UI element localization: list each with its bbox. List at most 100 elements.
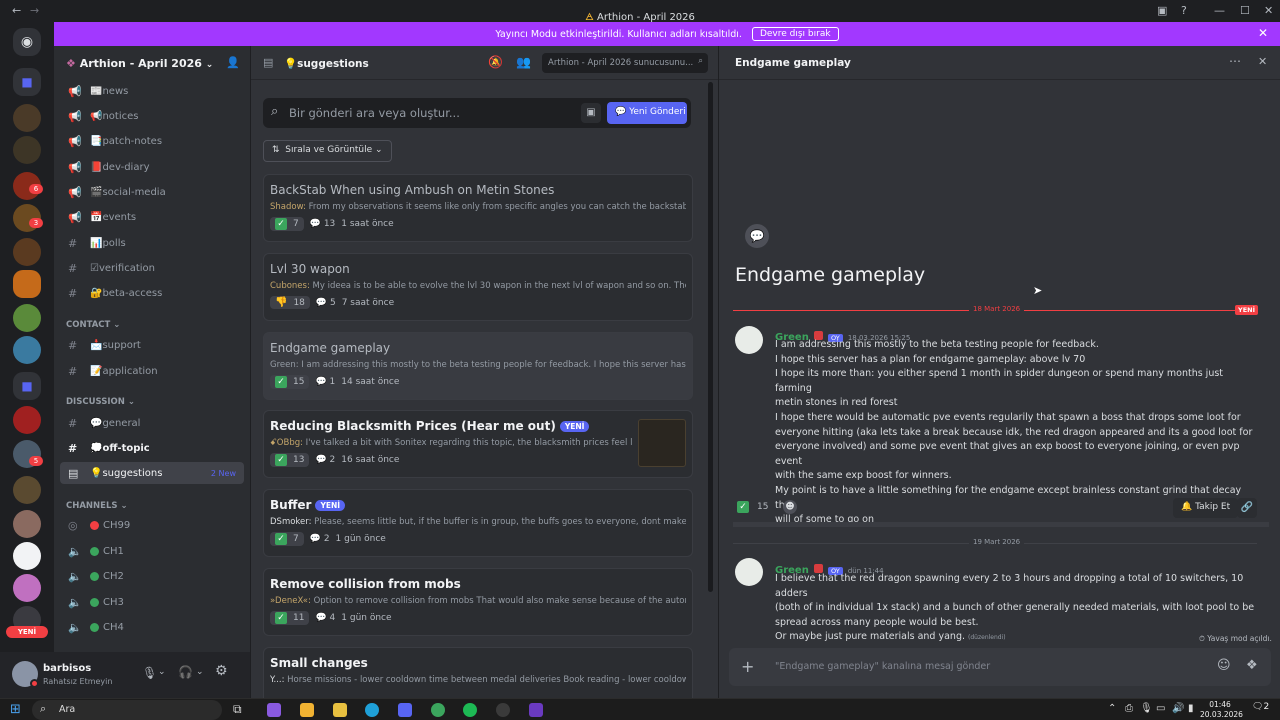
apps-icon[interactable]: ❖: [1246, 658, 1258, 673]
channel-social-media[interactable]: 📢 🎬social-media: [60, 181, 244, 203]
post-thumbnail[interactable]: [638, 419, 686, 467]
server-icon[interactable]: [13, 104, 41, 132]
channel-verification[interactable]: # ☑verification: [60, 257, 244, 279]
microphone-icon[interactable]: 🎙: [142, 666, 157, 680]
server-header[interactable]: ❖ Arthion - April 2026 ⌄ 👤: [54, 46, 250, 80]
add-reaction-icon[interactable]: ☻: [783, 500, 797, 514]
server-icon[interactable]: [13, 510, 41, 538]
scrollbar[interactable]: [708, 82, 713, 592]
new-post-button[interactable]: 💬 Yeni Gönderi: [607, 102, 687, 124]
server-icon[interactable]: [13, 304, 41, 332]
chevron-down-icon[interactable]: ⌄: [196, 667, 204, 677]
image-icon[interactable]: ▣: [581, 103, 601, 123]
close-window-icon[interactable]: ✕: [1264, 4, 1273, 17]
forum-post[interactable]: Reducing Blacksmith Prices (Hear me out)…: [263, 410, 693, 478]
help-icon[interactable]: ?: [1181, 4, 1187, 17]
folder-icon[interactable]: ■: [13, 68, 41, 96]
reaction[interactable]: ✓ 15: [731, 498, 774, 516]
voice-channel-ch1[interactable]: 🔈 CH1: [60, 540, 244, 562]
add-member-icon[interactable]: 👤: [226, 56, 240, 69]
gear-icon[interactable]: ⚙: [215, 663, 228, 679]
forum-post[interactable]: Remove collision from mobs »DeneX«: Opti…: [263, 568, 693, 636]
channel-support[interactable]: # 📩support: [60, 334, 244, 356]
reaction[interactable]: ✓ 13: [270, 453, 310, 467]
server-icon[interactable]: [13, 136, 41, 164]
volume-icon[interactable]: 🔊: [1172, 703, 1184, 714]
discord-home-icon[interactable]: ◉: [13, 28, 41, 56]
store-icon[interactable]: [300, 703, 314, 717]
windows-start-icon[interactable]: ⊞: [10, 702, 21, 717]
forum-post[interactable]: Small changes Y...: Horse missions - low…: [263, 647, 693, 698]
voice-channel-ch2[interactable]: 🔈 CH2: [60, 565, 244, 587]
disable-streamer-mode-button[interactable]: Devre dışı bırak: [751, 27, 839, 41]
app-icon[interactable]: [529, 703, 543, 717]
channel-beta-access[interactable]: # 🔐beta-access: [60, 282, 244, 304]
channel-general[interactable]: # 💬general: [60, 412, 244, 434]
channel-polls[interactable]: # 📊polls: [60, 232, 244, 254]
close-icon[interactable]: ✕: [1258, 26, 1268, 40]
forum-post[interactable]: BackStab When using Ambush on Metin Ston…: [263, 174, 693, 242]
server-icon[interactable]: [13, 406, 41, 434]
message-composer[interactable]: + "Endgame gameplay" kanalına mesaj gönd…: [729, 648, 1271, 686]
steam-icon[interactable]: [496, 703, 510, 717]
channel-dev-diary[interactable]: 📢 📕dev-diary: [60, 156, 244, 178]
forum-post[interactable]: Lvl 30 wapon Cubones: My ideea is to be …: [263, 253, 693, 321]
taskbar-search[interactable]: ⌕ Ara: [32, 700, 222, 720]
reaction[interactable]: 👎 18: [270, 296, 310, 309]
reaction[interactable]: ✓ 15: [270, 375, 310, 389]
task-view-icon[interactable]: ⧉: [233, 702, 242, 717]
emoji-icon[interactable]: ☺: [1217, 658, 1231, 673]
sort-view-button[interactable]: ⇅ Sırala ve Görüntüle ⌄: [263, 140, 392, 162]
reaction[interactable]: ✓ 7: [270, 532, 304, 546]
forum-post[interactable]: Buffer YENİ DSmoker: Please, seems little…: [263, 489, 693, 557]
app-icon[interactable]: [431, 703, 445, 717]
members-icon[interactable]: 👥: [516, 55, 531, 69]
channel-news[interactable]: 📢 📰news: [60, 80, 244, 102]
channel-events[interactable]: 📢 📅events: [60, 206, 244, 228]
new-unreads-pill[interactable]: YENİ: [6, 626, 48, 638]
category-channels[interactable]: CHANNELS ⌄: [66, 501, 128, 511]
maximize-icon[interactable]: ☐: [1240, 4, 1250, 17]
spotify-icon[interactable]: [463, 703, 477, 717]
edge-icon[interactable]: [365, 703, 379, 717]
microphone-icon[interactable]: 🎙: [1140, 703, 1153, 714]
plus-icon[interactable]: +: [741, 657, 754, 676]
minimize-icon[interactable]: —: [1214, 4, 1225, 17]
server-icon[interactable]: [13, 542, 41, 570]
follow-button[interactable]: 🔔 Takip Et: [1173, 498, 1239, 518]
voice-channel-ch4[interactable]: 🔈 CH4: [60, 616, 244, 638]
link-icon[interactable]: 🔗: [1237, 498, 1257, 518]
avatar[interactable]: [735, 326, 763, 354]
voice-channel-ch99[interactable]: ◎ CH99: [60, 514, 244, 536]
reaction[interactable]: ✓ 11: [270, 611, 310, 625]
forum-post-selected[interactable]: Endgame gameplay Green: I am addressing …: [263, 332, 693, 400]
channel-patch-notes[interactable]: 📢 📑patch-notes: [60, 130, 244, 152]
username[interactable]: barbisos: [43, 663, 91, 674]
close-icon[interactable]: ✕: [1258, 55, 1267, 68]
server-search-input[interactable]: Arthion - April 2026 sunucusunu... ⌕: [542, 53, 708, 73]
server-icon[interactable]: [13, 336, 41, 364]
inbox-icon[interactable]: ▣: [1157, 4, 1167, 17]
avatar[interactable]: [735, 558, 763, 586]
copilot-icon[interactable]: [267, 703, 281, 717]
chevron-down-icon[interactable]: ⌄: [158, 667, 166, 677]
discord-icon[interactable]: [398, 703, 412, 717]
reaction[interactable]: ✓ 7: [270, 217, 304, 231]
headphones-icon[interactable]: 🎧: [178, 665, 193, 679]
channel-off-topic[interactable]: # 💭off-topic: [60, 437, 244, 459]
network-icon[interactable]: ▭: [1156, 703, 1165, 714]
clock[interactable]: 01:46 20.03.2026: [1200, 700, 1243, 720]
battery-icon[interactable]: ▮: [1188, 703, 1194, 714]
notification-icon[interactable]: 🗨2: [1252, 702, 1269, 712]
channel-suggestions[interactable]: ▤ 💡suggestions 2 New: [60, 462, 244, 484]
more-options-icon[interactable]: ⋯: [1229, 54, 1241, 68]
tray-icon[interactable]: ⎙: [1125, 703, 1133, 714]
voice-channel-ch3[interactable]: 🔈 CH3: [60, 591, 244, 613]
file-explorer-icon[interactable]: [333, 703, 347, 717]
server-icon[interactable]: [13, 574, 41, 602]
post-search-input[interactable]: ⌕ Bir gönderi ara veya oluştur... ▣ 💬 Ye…: [263, 98, 691, 128]
folder-icon[interactable]: ■: [13, 372, 41, 400]
server-icon[interactable]: [13, 238, 41, 266]
notification-off-icon[interactable]: 🔕: [488, 55, 503, 69]
channel-application[interactable]: # 📝application: [60, 360, 244, 382]
